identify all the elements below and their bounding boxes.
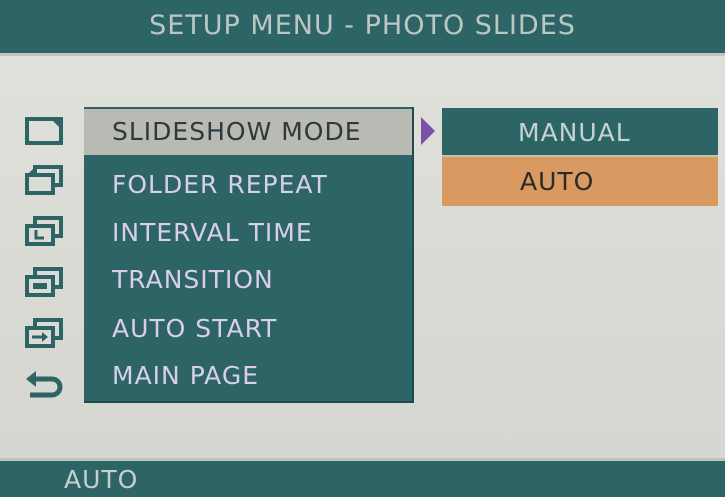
menu-item-interval-time[interactable]: INTERVAL TIME <box>84 210 412 256</box>
status-value: AUTO <box>64 465 139 494</box>
menu-item-folder-repeat[interactable]: FOLDER REPEAT <box>84 162 412 208</box>
menu-item-slideshow-mode[interactable]: SLIDESHOW MODE <box>84 109 412 155</box>
option-auto[interactable]: AUTO <box>442 157 718 206</box>
auto-start-icon <box>24 316 70 352</box>
status-bar: AUTO <box>0 458 725 497</box>
transition-icon <box>24 265 70 301</box>
folder-repeat-icon <box>24 163 70 199</box>
page-title: SETUP MENU - PHOTO SLIDES <box>149 10 576 41</box>
return-icon <box>24 367 70 403</box>
setup-menu-list: SLIDESHOW MODE FOLDER REPEAT INTERVAL TI… <box>84 107 414 403</box>
slideshow-mode-options: MANUAL AUTO <box>442 108 718 206</box>
menu-item-main-page[interactable]: MAIN PAGE <box>84 353 412 399</box>
submenu-arrow-icon <box>420 116 436 146</box>
interval-time-icon <box>24 214 70 250</box>
title-bar: SETUP MENU - PHOTO SLIDES <box>0 0 725 56</box>
tv-screen: SETUP MENU - PHOTO SLIDES SLIDESHOW MODE… <box>0 0 725 497</box>
menu-item-auto-start[interactable]: AUTO START <box>84 306 412 352</box>
slideshow-mode-icon <box>24 112 70 148</box>
option-manual[interactable]: MANUAL <box>442 108 718 157</box>
menu-item-transition[interactable]: TRANSITION <box>84 257 412 303</box>
